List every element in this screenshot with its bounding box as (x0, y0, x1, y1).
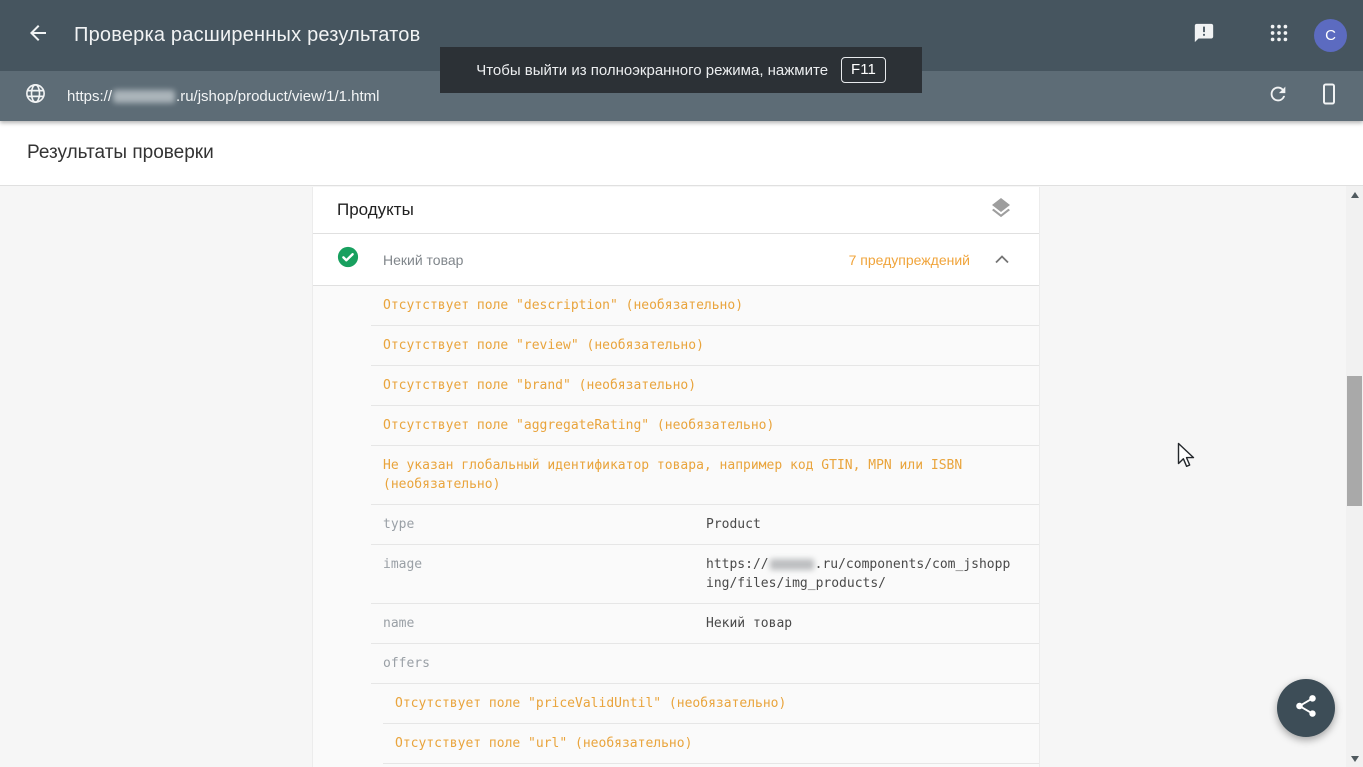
property-value (706, 654, 1015, 673)
chevron-up-icon[interactable] (995, 251, 1009, 269)
warning-row: Отсутствует поле "review" (необязательно… (371, 326, 1039, 366)
triangle-down-icon (1351, 756, 1359, 762)
apps-grid-icon (1268, 22, 1290, 49)
products-card: Продукты Некий товар 7 предупреждений От… (312, 187, 1040, 767)
property-label: image (383, 555, 706, 593)
warning-row: Отсутствует поле "brand" (необязательно) (371, 366, 1039, 406)
warning-row: Отсутствует поле "description" (необязат… (371, 286, 1039, 326)
refresh-button[interactable] (1265, 83, 1291, 109)
products-card-header: Продукты (313, 187, 1039, 234)
refresh-icon (1267, 83, 1289, 110)
warning-row: Отсутствует поле "aggregateRating" (необ… (371, 406, 1039, 446)
account-avatar[interactable]: C (1314, 19, 1347, 52)
product-item-name: Некий товар (383, 252, 849, 268)
property-row-name: name Некий товар (371, 604, 1039, 644)
property-row-type: type Product (371, 505, 1039, 545)
image-url-prefix: https:// (706, 557, 769, 572)
results-heading: Результаты проверки (27, 142, 214, 164)
warning-row: Не указан глобальный идентификатор товар… (371, 446, 1039, 505)
masked-domain (770, 559, 814, 570)
scrollbar-thumb[interactable] (1347, 376, 1362, 506)
share-fab-button[interactable] (1277, 679, 1335, 737)
property-label: name (383, 614, 706, 633)
feedback-icon (1193, 22, 1215, 49)
results-heading-band: Результаты проверки (0, 121, 1363, 186)
check-circle-icon (337, 246, 359, 273)
property-row-offers: offers (371, 644, 1039, 684)
nested-warning-row: Отсутствует поле "priceValidUntil" (необ… (383, 684, 1039, 724)
scrollbar-down-arrow[interactable] (1346, 750, 1363, 767)
fullscreen-exit-toast: Чтобы выйти из полноэкранного режима, на… (440, 47, 922, 93)
toast-message: Чтобы выйти из полноэкранного режима, на… (476, 62, 828, 79)
globe-icon (24, 82, 47, 110)
product-item-row[interactable]: Некий товар 7 предупреждений (313, 234, 1039, 286)
property-row-image: image https://.ru/components/com_jshoppi… (371, 545, 1039, 604)
product-detail-panel: Отсутствует поле "description" (необязат… (313, 286, 1039, 767)
feedback-button[interactable] (1191, 23, 1217, 49)
layers-icon (989, 196, 1013, 225)
f11-key: F11 (841, 57, 886, 83)
mobile-view-button[interactable] (1316, 83, 1342, 109)
apps-grid-button[interactable] (1266, 23, 1292, 49)
property-label: offers (383, 654, 706, 673)
triangle-up-icon (1351, 192, 1359, 198)
url-suffix: .ru/jshop/product/view/1/1.html (176, 88, 379, 105)
page-title: Проверка расширенных результатов (74, 24, 420, 47)
url-prefix: https:// (67, 88, 112, 105)
mouse-cursor-icon (1177, 442, 1197, 476)
smartphone-icon (1317, 82, 1341, 111)
products-card-title: Продукты (337, 200, 989, 220)
back-button[interactable] (24, 22, 52, 50)
property-value: Некий товар (706, 614, 1015, 633)
back-arrow-icon (26, 21, 50, 50)
property-value: https://.ru/components/com_jshopping/fil… (706, 555, 1015, 593)
share-icon (1293, 693, 1319, 724)
property-value: Product (706, 515, 1015, 534)
vertical-scrollbar[interactable] (1346, 186, 1363, 767)
masked-domain (113, 90, 175, 103)
nested-warning-row: Отсутствует поле "url" (необязательно) (383, 724, 1039, 764)
scrollbar-up-arrow[interactable] (1346, 186, 1363, 203)
warnings-count-badge: 7 предупреждений (849, 252, 970, 268)
property-label: type (383, 515, 706, 534)
